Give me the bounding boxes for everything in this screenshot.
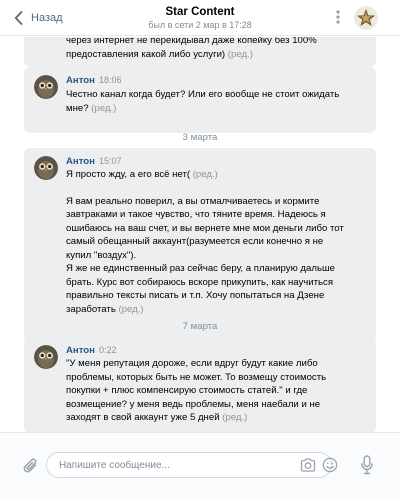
message-line: Я просто жду, а его всё нет( (ред.) xyxy=(66,168,366,182)
avatar[interactable] xyxy=(34,75,58,99)
date-separator: 3 марта xyxy=(182,132,218,143)
message-author[interactable]: Антон xyxy=(66,156,95,167)
message-item: через интернет не перекидывал даже копей… xyxy=(24,37,376,67)
camera-icon[interactable] xyxy=(300,458,316,472)
message-input-box[interactable] xyxy=(46,452,332,478)
chat-header: Назад Star Content был в сети 2 мар в 17… xyxy=(0,0,400,36)
message-text: "У меня репутация дороже, если вдруг буд… xyxy=(66,357,366,425)
message-line: через интернет не перекидывал даже копей… xyxy=(66,37,317,46)
message-time: 15:07 xyxy=(99,156,122,166)
edited-mark: (ред.) xyxy=(115,303,144,315)
owl-avatar-icon xyxy=(34,345,58,369)
microphone-icon[interactable] xyxy=(361,455,373,475)
message-line: покупки + плюс компенсирую стоимость ста… xyxy=(66,385,308,396)
message-line-text: Я просто жду, а его всё нет( xyxy=(66,169,191,180)
message-text: через интернет не перекидывал даже копей… xyxy=(66,37,366,61)
message-line: мне? (ред.) xyxy=(66,102,366,116)
message-input[interactable] xyxy=(59,453,289,477)
message-time: 0:22 xyxy=(99,345,117,355)
message-line: проблемы, которых быть не может. То возм… xyxy=(66,371,327,383)
edited-mark: (ред.) xyxy=(190,169,218,180)
message-time: 18:06 xyxy=(99,75,122,85)
message-line-text: предоставления какой либо услуги) xyxy=(66,48,226,60)
owl-avatar-icon xyxy=(34,75,58,99)
message-line: "У меня репутация дороже, если вдруг буд… xyxy=(66,358,318,369)
paperclip-icon[interactable] xyxy=(23,457,39,475)
chat-avatar[interactable] xyxy=(354,6,378,30)
message-line: Я же не единственный раз сейчас беру, а … xyxy=(66,263,335,274)
message-line: правильно тексты писать и т.п. Хочу попы… xyxy=(66,290,325,301)
message-line: Честно канал когда будет? Или его вообще… xyxy=(66,89,340,100)
message-line: завтраками и такое чувство, что тяните в… xyxy=(66,209,326,220)
edited-mark: (ред.) xyxy=(225,48,253,60)
more-dots-icon[interactable] xyxy=(331,9,345,25)
message-line: купил "воздух"). xyxy=(66,249,137,261)
star-logo-icon xyxy=(354,6,378,30)
message-line: самый обещанный аккаунт(разумеется если … xyxy=(66,236,324,247)
date-separator: 7 марта xyxy=(182,321,218,332)
message-line: ошибаюсь на ваш счет, и вы вернете мне м… xyxy=(66,222,344,234)
message-text: Честно канал когда будет? Или его вообще… xyxy=(66,88,366,115)
message-line: заходят в свой аккаунт уже 5 дней (ред.) xyxy=(66,411,366,425)
message-line: заработать (ред.) xyxy=(66,303,366,317)
message-line: предоставления какой либо услуги) (ред.) xyxy=(66,48,366,62)
message-line-text: мне? xyxy=(66,102,89,114)
message-author[interactable]: Антон xyxy=(66,75,95,86)
chat-screen: Назад Star Content был в сети 2 мар в 17… xyxy=(0,0,400,500)
avatar[interactable] xyxy=(34,156,58,180)
edited-mark: (ред.) xyxy=(88,102,117,114)
smile-icon[interactable] xyxy=(322,457,338,473)
message-item: Антон 18:06 Честно канал когда будет? Ил… xyxy=(24,67,376,133)
message-line-text: заработать xyxy=(66,303,116,315)
message-line-text: заходят в свой аккаунт уже 5 дней xyxy=(66,412,220,423)
message-item: Антон 15:07 Я просто жду, а его всё нет(… xyxy=(24,148,376,342)
owl-avatar-icon xyxy=(34,156,58,180)
message-line: Я вам реально поверил, а вы отмалчиваете… xyxy=(66,195,320,207)
avatar[interactable] xyxy=(34,345,58,369)
message-author[interactable]: Антон xyxy=(66,345,95,356)
message-item: Антон 0:22 "У меня репутация дороже, есл… xyxy=(24,337,376,432)
message-line: брать. Курс вот собираюсь вскоре прикупи… xyxy=(66,276,334,288)
message-line: возмещение? у меня ведь проблемы, меня н… xyxy=(66,398,321,410)
edited-mark: (ред.) xyxy=(219,412,248,423)
message-list[interactable]: через интернет не перекидывал даже копей… xyxy=(0,37,400,432)
message-composer xyxy=(0,432,400,500)
message-text: Я просто жду, а его всё нет( (ред.) Я ва… xyxy=(66,168,366,316)
